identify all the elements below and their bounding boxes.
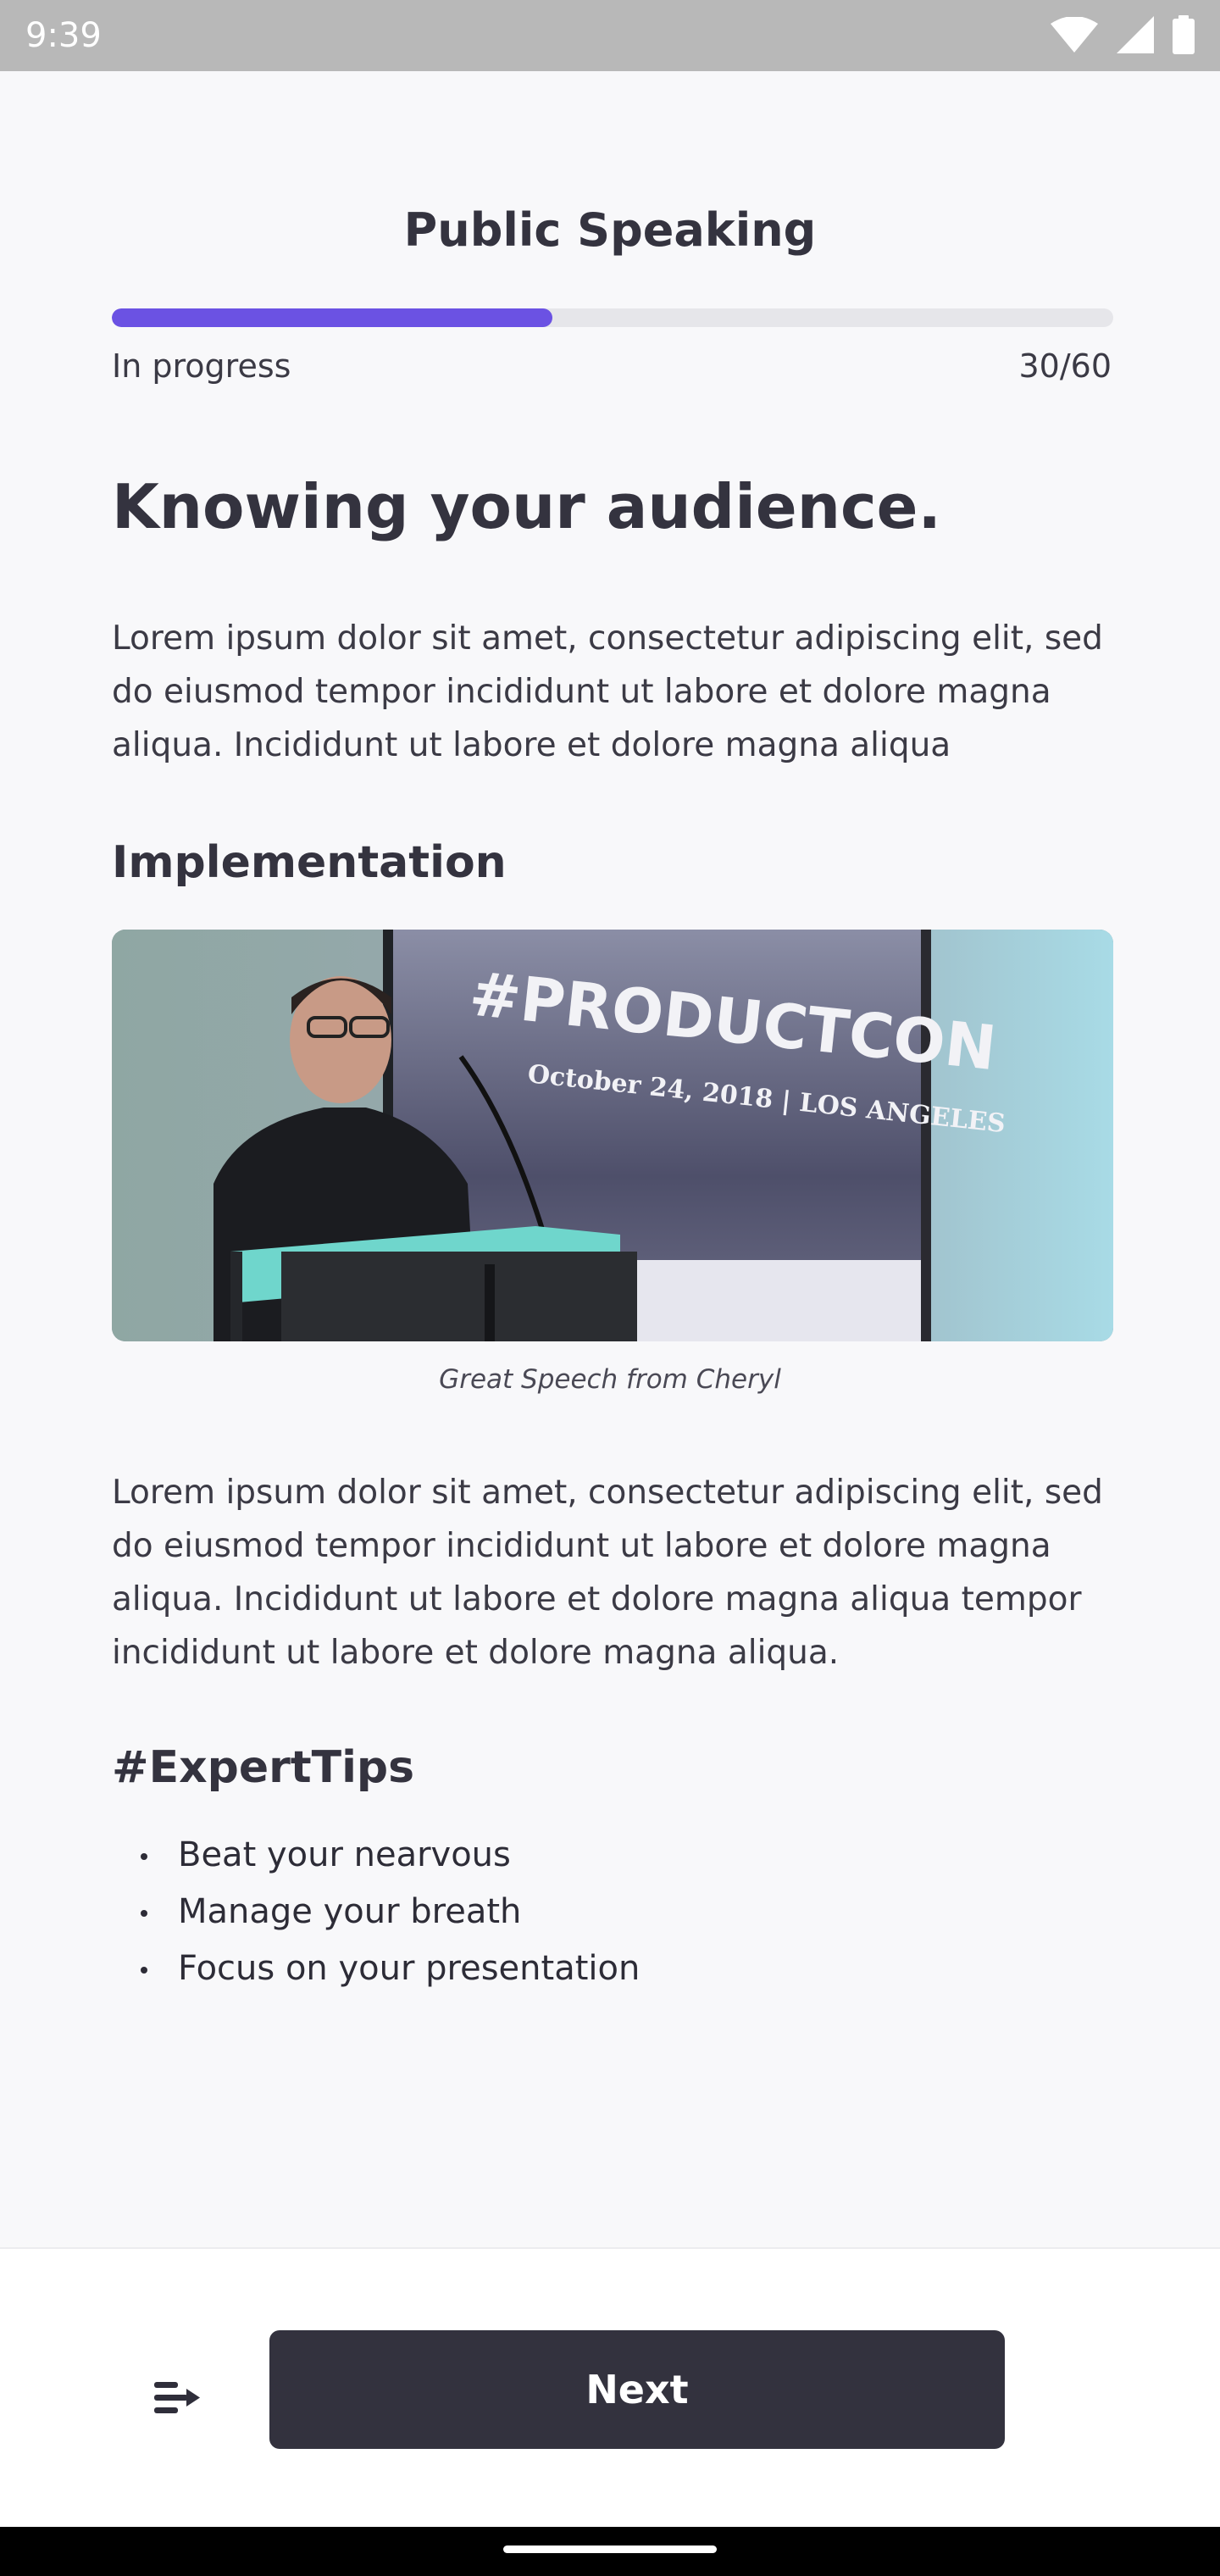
system-nav-bar (0, 2527, 1220, 2576)
tip-item: Focus on your presentation (136, 1940, 640, 1997)
progress-fill (112, 308, 553, 327)
progress-bar (112, 308, 1113, 327)
tip-item: Beat your nearvous (136, 1827, 640, 1884)
battery-icon (1173, 15, 1195, 58)
screen-title: Public Speaking (403, 203, 817, 257)
next-button[interactable]: Next (269, 2330, 1005, 2449)
tip-item: Manage your breath (136, 1884, 640, 1940)
speech-photo: #PRODUCTCON October 24, 2018 | LOS ANGEL… (112, 930, 1113, 1341)
photo-caption: Great Speech from Cheryl (439, 1364, 781, 1395)
wifi-icon (1051, 16, 1098, 56)
lesson-menu-button[interactable] (144, 2366, 212, 2434)
bottom-action-bar: Next (0, 2247, 1220, 2527)
tips-list: Beat your nearvous Manage your breath Fo… (136, 1827, 640, 1997)
lesson-heading: Knowing your audience. (112, 471, 941, 542)
status-bar: 9:39 (0, 0, 1220, 71)
status-time: 9:39 (25, 16, 102, 55)
progress-count: 30/60 (1018, 347, 1112, 385)
signal-icon (1117, 16, 1154, 57)
body-paragraph: Lorem ipsum dolor sit amet, consectetur … (112, 1474, 1103, 1672)
lesson-menu-icon (152, 2379, 203, 2421)
status-icons (1051, 15, 1195, 58)
expert-tips-heading: #ExpertTips (112, 1742, 415, 1793)
home-indicator[interactable] (503, 2545, 717, 2553)
implementation-heading: Implementation (112, 837, 507, 888)
intro-paragraph: Lorem ipsum dolor sit amet, consectetur … (112, 619, 1103, 764)
progress-status: In progress (112, 347, 291, 385)
